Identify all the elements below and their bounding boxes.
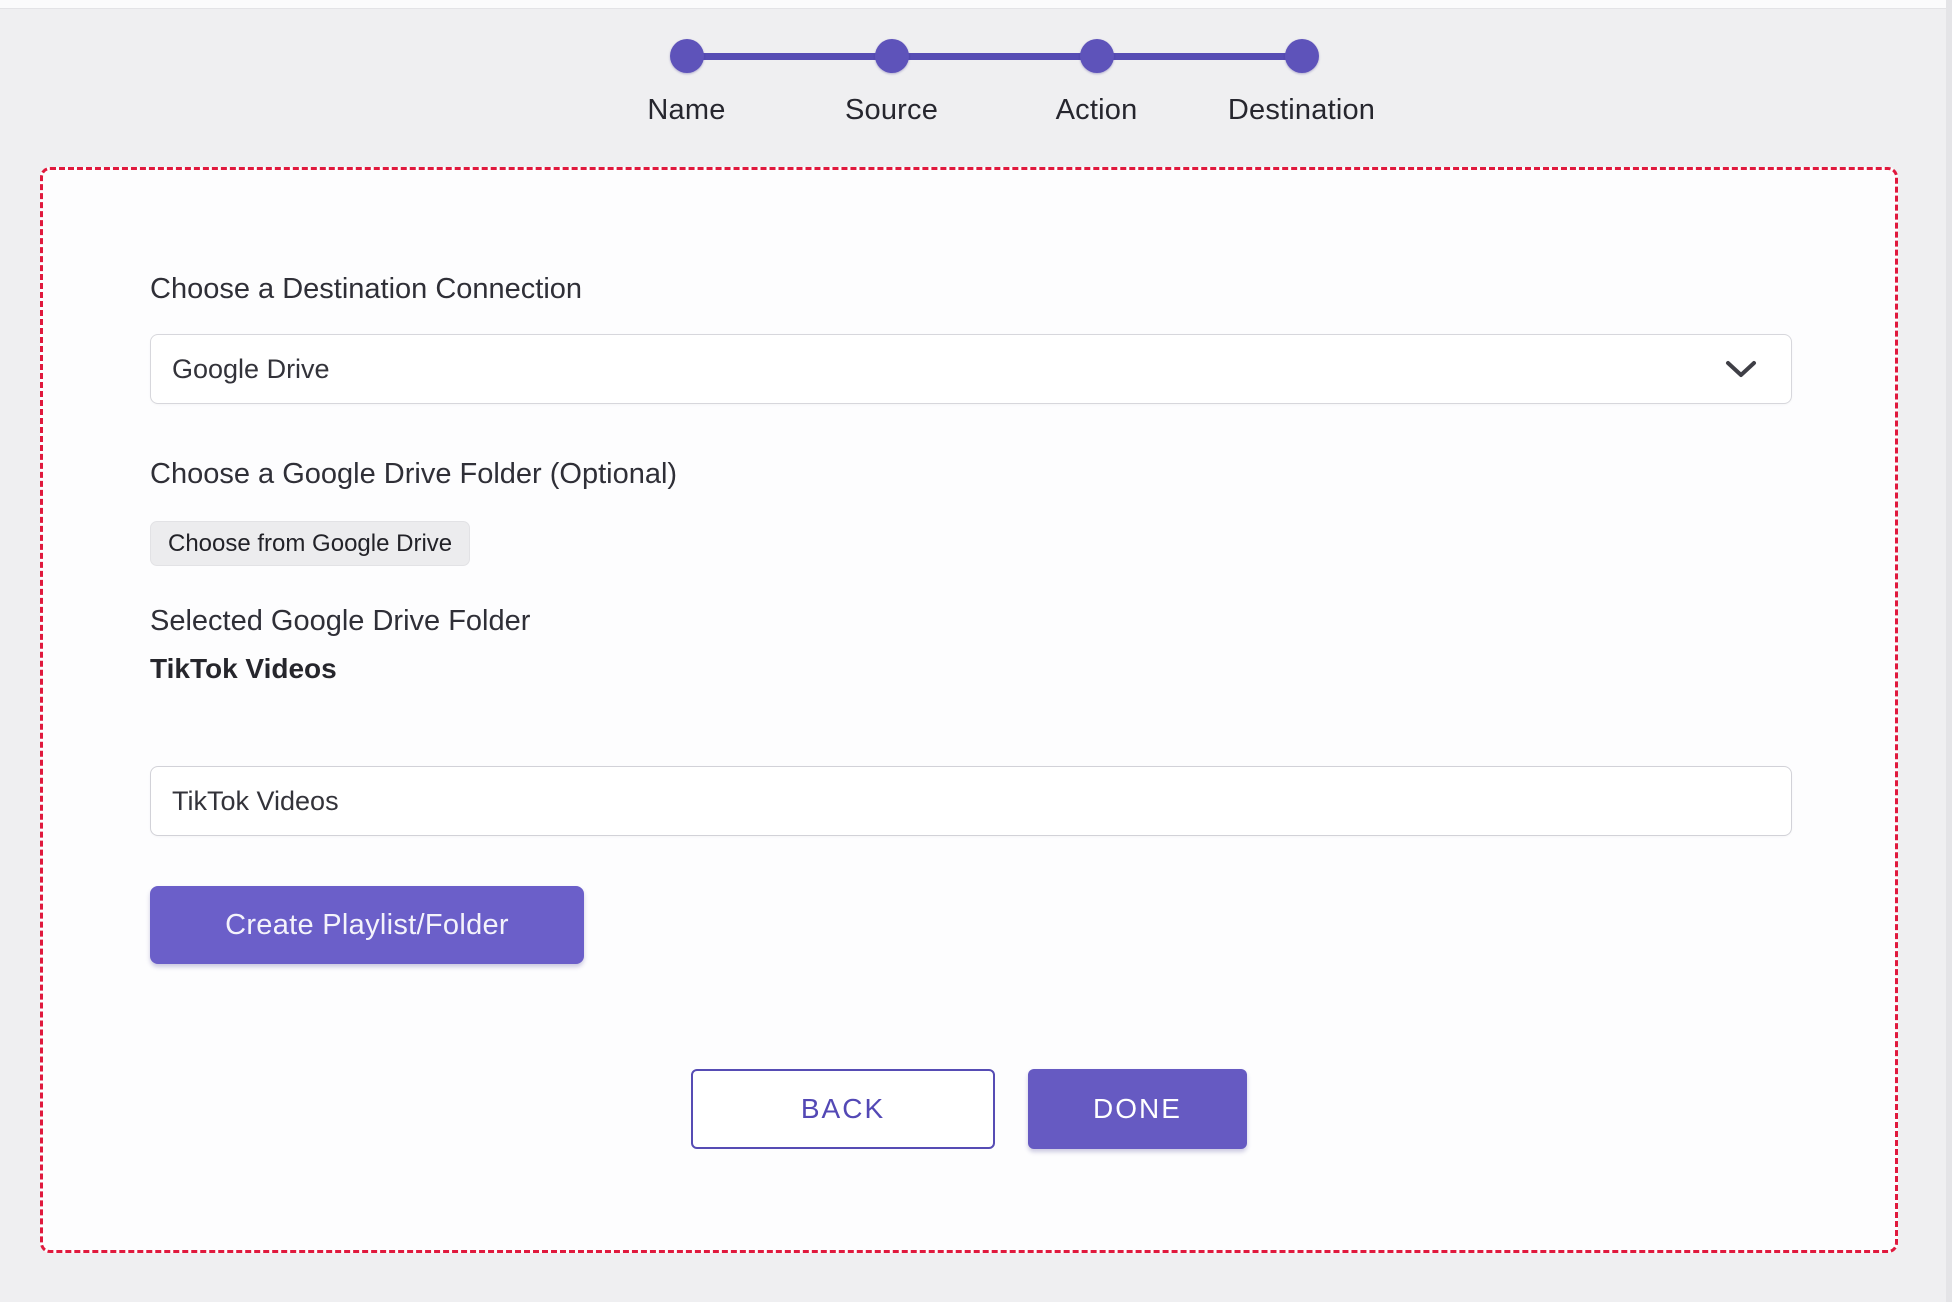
- done-button[interactable]: DONE: [1028, 1069, 1247, 1149]
- step-action[interactable]: Action: [994, 18, 1199, 127]
- choose-from-google-drive-button[interactable]: Choose from Google Drive: [150, 521, 470, 566]
- step-label-action: Action: [1056, 94, 1138, 127]
- destination-connection-selected-value: Google Drive: [172, 354, 330, 385]
- step-name[interactable]: Name: [584, 18, 789, 127]
- window-top-strip: [0, 0, 1952, 9]
- step-label-name: Name: [647, 94, 725, 127]
- step-label-source: Source: [845, 94, 938, 127]
- selected-folder-value: TikTok Videos: [150, 653, 337, 685]
- destination-connection-label: Choose a Destination Connection: [150, 273, 582, 306]
- step-source[interactable]: Source: [789, 18, 994, 127]
- step-dot-name[interactable]: [670, 39, 704, 73]
- destination-connection-select[interactable]: Google Drive: [150, 334, 1792, 404]
- back-button[interactable]: BACK: [691, 1069, 995, 1149]
- destination-step-panel: Choose a Destination Connection Google D…: [40, 167, 1898, 1253]
- step-label-destination: Destination: [1228, 94, 1375, 127]
- step-destination[interactable]: Destination: [1199, 18, 1404, 127]
- selected-folder-label: Selected Google Drive Folder: [150, 605, 530, 638]
- folder-name-input[interactable]: [150, 766, 1792, 836]
- create-playlist-folder-button[interactable]: Create Playlist/Folder: [150, 886, 584, 964]
- step-dot-source[interactable]: [875, 39, 909, 73]
- step-dot-destination[interactable]: [1285, 39, 1319, 73]
- wizard-stepper: Name Source Action Destination: [584, 18, 1404, 118]
- window-right-edge: [1946, 0, 1952, 1302]
- drive-folder-label: Choose a Google Drive Folder (Optional): [150, 458, 677, 491]
- chevron-down-icon: [1725, 359, 1757, 379]
- wizard-footer: BACK DONE: [43, 1069, 1895, 1149]
- step-dot-action[interactable]: [1080, 39, 1114, 73]
